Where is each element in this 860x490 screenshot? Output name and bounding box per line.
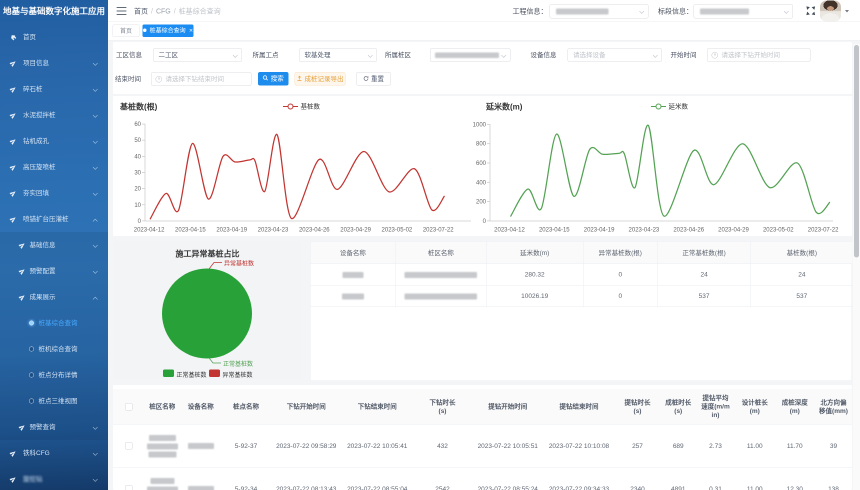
svg-text:0: 0 [138, 219, 142, 225]
svg-text:50: 50 [134, 138, 141, 144]
svg-text:0: 0 [483, 219, 487, 225]
svg-text:2023-04-26: 2023-04-26 [299, 228, 330, 234]
svg-text:600: 600 [476, 161, 487, 167]
svg-text:2023-07-22: 2023-07-22 [808, 228, 839, 234]
svg-text:2023-04-29: 2023-04-29 [340, 228, 371, 234]
svg-text:2023-04-12: 2023-04-12 [494, 228, 525, 234]
svg-text:2023-04-23: 2023-04-23 [258, 228, 289, 234]
svg-text:800: 800 [476, 142, 487, 148]
svg-text:2023-05-02: 2023-05-02 [763, 228, 794, 234]
svg-text:2023-04-12: 2023-04-12 [134, 228, 165, 234]
svg-text:2023-05-02: 2023-05-02 [382, 228, 413, 234]
svg-text:2023-07-22: 2023-07-22 [423, 228, 454, 234]
svg-text:2023-04-15: 2023-04-15 [539, 228, 570, 234]
svg-text:2023-04-19: 2023-04-19 [216, 228, 247, 234]
svg-text:2023-04-15: 2023-04-15 [175, 228, 206, 234]
svg-text:60: 60 [134, 122, 141, 128]
svg-text:40: 40 [134, 154, 141, 160]
svg-text:10: 10 [134, 203, 141, 209]
svg-text:200: 200 [476, 200, 487, 206]
svg-text:1000: 1000 [473, 122, 487, 128]
svg-text:30: 30 [134, 170, 141, 176]
svg-text:2023-04-26: 2023-04-26 [673, 228, 704, 234]
svg-text:20: 20 [134, 187, 141, 193]
svg-text:2023-04-19: 2023-04-19 [584, 228, 615, 234]
svg-text:400: 400 [476, 180, 487, 186]
svg-text:2023-04-23: 2023-04-23 [629, 228, 660, 234]
svg-text:2023-04-29: 2023-04-29 [718, 228, 749, 234]
